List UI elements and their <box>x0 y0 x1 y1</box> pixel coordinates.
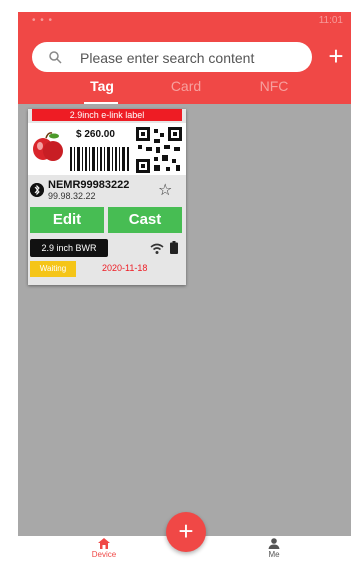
status-bar: • • • 11:01 <box>18 12 351 34</box>
floating-add-button[interactable]: + <box>166 512 206 552</box>
bluetooth-icon <box>30 183 44 197</box>
device-ip: 99.98.32.22 <box>48 191 96 201</box>
qr-code-image <box>136 127 182 173</box>
edit-button[interactable]: Edit <box>30 207 104 233</box>
person-icon <box>268 538 280 549</box>
status-badge: Waiting <box>30 261 76 277</box>
tab-nfc[interactable]: NFC <box>234 78 314 94</box>
nav-device-label: Device <box>91 550 117 559</box>
device-card[interactable]: 2.9inch e-link label $ 260.00 NEMR999832… <box>28 109 186 285</box>
star-outline-icon[interactable]: ☆ <box>158 183 172 199</box>
add-button[interactable]: + <box>324 42 348 70</box>
tab-card[interactable]: Card <box>146 78 226 94</box>
nav-me-label: Me <box>268 550 280 559</box>
nav-device[interactable]: Device <box>74 538 134 559</box>
active-tab-indicator <box>84 102 118 104</box>
price-text: $ 260.00 <box>76 129 115 140</box>
device-id: NEMR99983222 <box>48 179 130 191</box>
label-title: 2.9inch e-link label <box>32 109 182 121</box>
cast-button[interactable]: Cast <box>108 207 182 233</box>
barcode-image <box>70 147 129 171</box>
model-badge: 2.9 inch BWR <box>30 239 108 257</box>
home-icon <box>98 538 110 549</box>
apple-image <box>33 132 63 161</box>
tab-tag[interactable]: Tag <box>62 78 142 94</box>
app-screen: • • • 11:01 + Tag Card NFC 2.9inch e-lin… <box>18 12 351 572</box>
search-icon <box>49 51 62 64</box>
status-left: • • • <box>32 15 54 26</box>
battery-icon <box>170 241 178 254</box>
wifi-icon <box>150 243 164 254</box>
app-header: • • • 11:01 + Tag Card NFC <box>18 12 351 104</box>
label-preview: $ 260.00 <box>28 123 186 175</box>
tab-bar: Tag Card NFC <box>18 76 351 104</box>
search-bar[interactable] <box>32 42 312 72</box>
search-input[interactable] <box>78 48 302 68</box>
update-date: 2020-11-18 <box>102 263 148 273</box>
nav-me[interactable]: Me <box>244 538 304 559</box>
device-info: NEMR99983222 99.98.32.22 ☆ <box>28 177 186 205</box>
status-clock: 11:01 <box>318 15 343 26</box>
